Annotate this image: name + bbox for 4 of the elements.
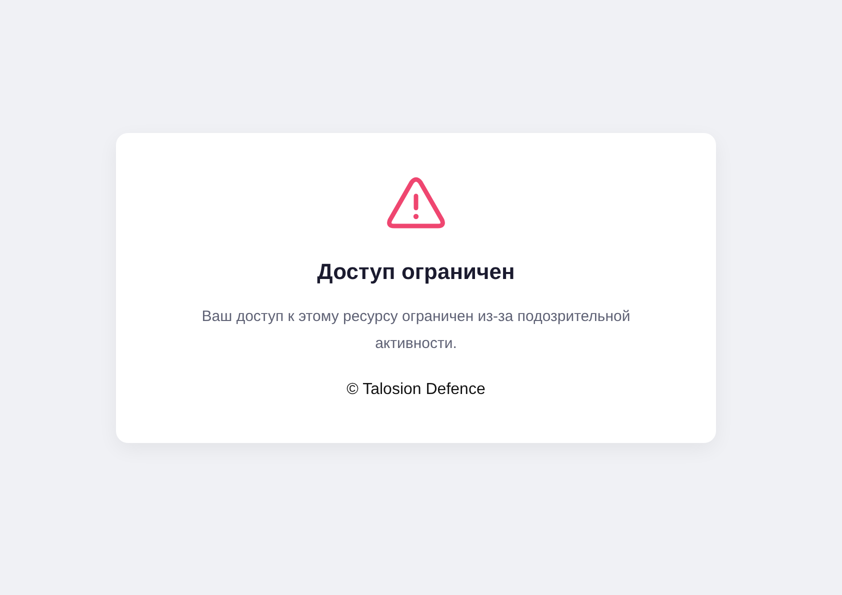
- warning-icon: [386, 177, 446, 231]
- message-text: Ваш доступ к этому ресурсу ограничен из-за подозрительной активности.: [200, 307, 632, 354]
- copyright-text: © Talosion Defence: [346, 381, 486, 399]
- page-title: Доступ ограничен: [317, 259, 515, 285]
